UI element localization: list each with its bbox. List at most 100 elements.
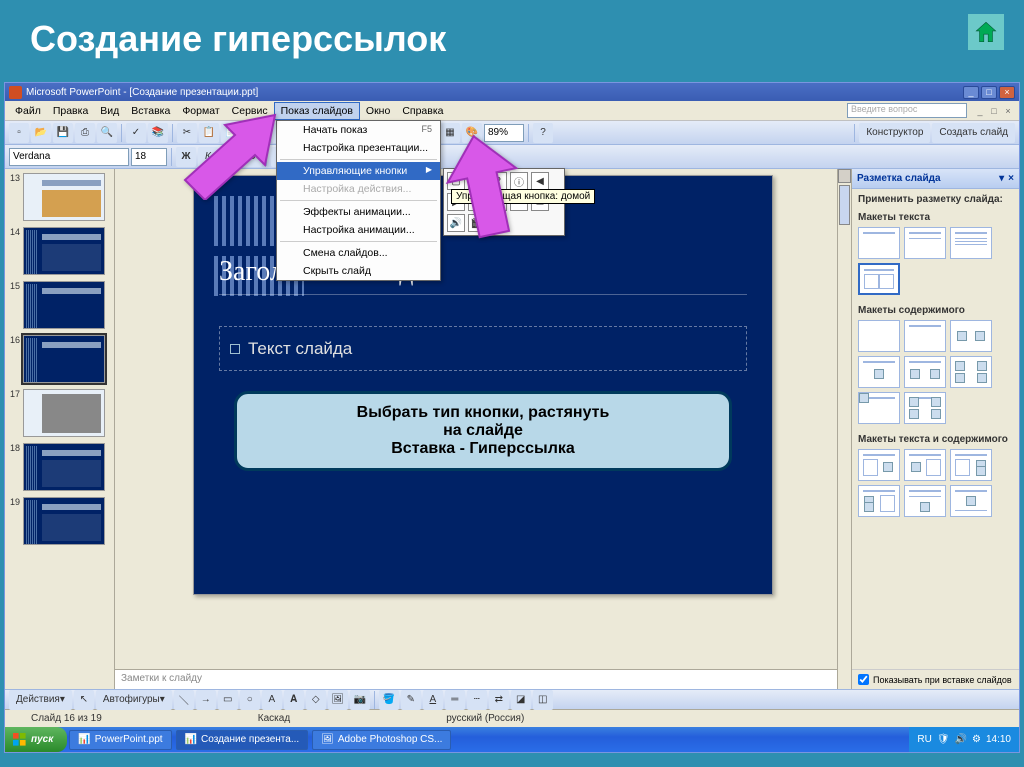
layout-item[interactable]: [950, 449, 992, 481]
dd-start-show[interactable]: Начать показF5: [277, 121, 440, 139]
action-btn-back[interactable]: ◀: [531, 172, 549, 190]
tray-clock[interactable]: 14:10: [986, 734, 1011, 745]
doc-close[interactable]: ×: [1001, 104, 1015, 118]
dd-slide-transition[interactable]: Смена слайдов...: [277, 244, 440, 262]
layout-item[interactable]: [950, 320, 992, 352]
textbox-icon[interactable]: A: [262, 690, 282, 710]
task-close-icon[interactable]: ×: [1008, 173, 1014, 184]
slideshow-dropdown: Начать показF5 Настройка презентации... …: [276, 120, 441, 281]
thumb-16[interactable]: 16: [7, 335, 112, 383]
save-icon[interactable]: 💾: [53, 123, 73, 143]
wordart-icon[interactable]: 𝐀: [284, 690, 304, 710]
picture-icon[interactable]: 📷: [350, 690, 370, 710]
arrow-icon[interactable]: →: [196, 690, 216, 710]
font-color-icon[interactable]: A: [423, 690, 443, 710]
task-pane-header[interactable]: Разметка слайда▾×: [852, 169, 1019, 189]
constructor-button[interactable]: Конструктор: [859, 123, 930, 143]
menu-edit[interactable]: Правка: [47, 103, 94, 119]
line-style-icon[interactable]: ═: [445, 690, 465, 710]
layout-item[interactable]: [858, 449, 900, 481]
help-search-input[interactable]: Введите вопрос: [847, 103, 967, 118]
layout-item[interactable]: [858, 227, 900, 259]
thumb-14[interactable]: 14: [7, 227, 112, 275]
autoshapes-menu[interactable]: Автофигуры ▾: [96, 690, 172, 710]
thumb-19[interactable]: 19: [7, 497, 112, 545]
dd-action-settings: Настройка действия...: [277, 180, 440, 198]
font-combo[interactable]: Verdana: [9, 148, 129, 166]
oval-icon[interactable]: ○: [240, 690, 260, 710]
rect-icon[interactable]: ▭: [218, 690, 238, 710]
taskbar-item[interactable]: 📊 Создание презента...: [176, 730, 309, 750]
new-icon[interactable]: ▫: [9, 123, 29, 143]
layout-item[interactable]: [950, 485, 992, 517]
layout-item[interactable]: [858, 263, 900, 295]
print-icon[interactable]: ⎙: [75, 123, 95, 143]
tray-icon[interactable]: 🔊: [955, 734, 967, 745]
layout-item[interactable]: [950, 356, 992, 388]
spell-icon[interactable]: ✓: [126, 123, 146, 143]
menu-file[interactable]: Файл: [9, 103, 47, 119]
maximize-button[interactable]: □: [981, 86, 997, 99]
layout-item[interactable]: [858, 392, 900, 424]
start-button[interactable]: пуск: [5, 727, 67, 752]
thumb-15[interactable]: 15: [7, 281, 112, 329]
thumb-13[interactable]: 13: [7, 173, 112, 221]
line-color-icon[interactable]: ✎: [401, 690, 421, 710]
taskbar-item[interactable]: 📊 PowerPoint.ppt: [69, 730, 171, 750]
taskbar-item[interactable]: 🖼 Adobe Photoshop CS...: [312, 730, 451, 750]
dd-anim-setup[interactable]: Настройка анимации...: [277, 221, 440, 239]
actions-menu[interactable]: Действия ▾: [9, 690, 72, 710]
home-icon[interactable]: [968, 14, 1004, 50]
fill-color-icon[interactable]: 🪣: [379, 690, 399, 710]
menu-view[interactable]: Вид: [94, 103, 125, 119]
layout-item[interactable]: [904, 485, 946, 517]
help2-icon[interactable]: ?: [533, 123, 553, 143]
dash-style-icon[interactable]: ┄: [467, 690, 487, 710]
layout-item[interactable]: [904, 227, 946, 259]
layout-item[interactable]: [858, 356, 900, 388]
thumb-18[interactable]: 18: [7, 443, 112, 491]
vertical-scrollbar[interactable]: [837, 169, 851, 689]
slide-body-placeholder[interactable]: Текст слайда: [219, 326, 747, 371]
minimize-button[interactable]: _: [963, 86, 979, 99]
notes-pane[interactable]: Заметки к слайду: [115, 669, 851, 689]
preview-icon[interactable]: 🔍: [97, 123, 117, 143]
layout-item[interactable]: [950, 227, 992, 259]
select-icon[interactable]: ↖: [74, 690, 94, 710]
shadow-style-icon[interactable]: ◪: [511, 690, 531, 710]
doc-restore[interactable]: □: [987, 104, 1001, 118]
layout-item[interactable]: [904, 320, 946, 352]
drawing-toolbar: Действия ▾ ↖ Автофигуры ▾ ＼ → ▭ ○ A 𝐀 ◇ …: [5, 689, 1019, 709]
dd-action-buttons[interactable]: Управляющие кнопки▶: [277, 162, 440, 180]
task-dropdown-icon[interactable]: ▾: [999, 173, 1004, 184]
open-icon[interactable]: 📂: [31, 123, 51, 143]
doc-minimize[interactable]: _: [973, 104, 987, 118]
tray-icon[interactable]: 🛡: [937, 734, 950, 745]
layout-item[interactable]: [904, 449, 946, 481]
line-icon[interactable]: ＼: [174, 690, 194, 710]
show-on-insert-checkbox[interactable]: [858, 674, 869, 685]
font-size-combo[interactable]: 18: [131, 148, 167, 166]
diagram-icon[interactable]: ◇: [306, 690, 326, 710]
thumb-17[interactable]: 17: [7, 389, 112, 437]
tray-lang[interactable]: RU: [917, 734, 931, 745]
close-button[interactable]: ×: [999, 86, 1015, 99]
dd-hide-slide[interactable]: Скрыть слайд: [277, 262, 440, 280]
menu-insert[interactable]: Вставка: [125, 103, 176, 119]
system-tray[interactable]: RU 🛡 🔊 ⚙ 14:10: [909, 727, 1019, 752]
3d-style-icon[interactable]: ◫: [533, 690, 553, 710]
layout-item[interactable]: [904, 356, 946, 388]
window-titlebar[interactable]: Microsoft PowerPoint - [Создание презент…: [5, 83, 1019, 101]
clipart-icon[interactable]: 🖼: [328, 690, 348, 710]
menu-window[interactable]: Окно: [360, 103, 396, 119]
layout-item[interactable]: [858, 485, 900, 517]
dd-anim-effects[interactable]: Эффекты анимации...: [277, 203, 440, 221]
tray-icon[interactable]: ⚙: [972, 734, 981, 745]
menu-help[interactable]: Справка: [396, 103, 449, 119]
arrow-style-icon[interactable]: ⇄: [489, 690, 509, 710]
research-icon[interactable]: 📚: [148, 123, 168, 143]
new-slide-button[interactable]: Создать слайд: [932, 123, 1015, 143]
layout-item[interactable]: [858, 320, 900, 352]
dd-setup-show[interactable]: Настройка презентации...: [277, 139, 440, 157]
layout-item[interactable]: [904, 392, 946, 424]
